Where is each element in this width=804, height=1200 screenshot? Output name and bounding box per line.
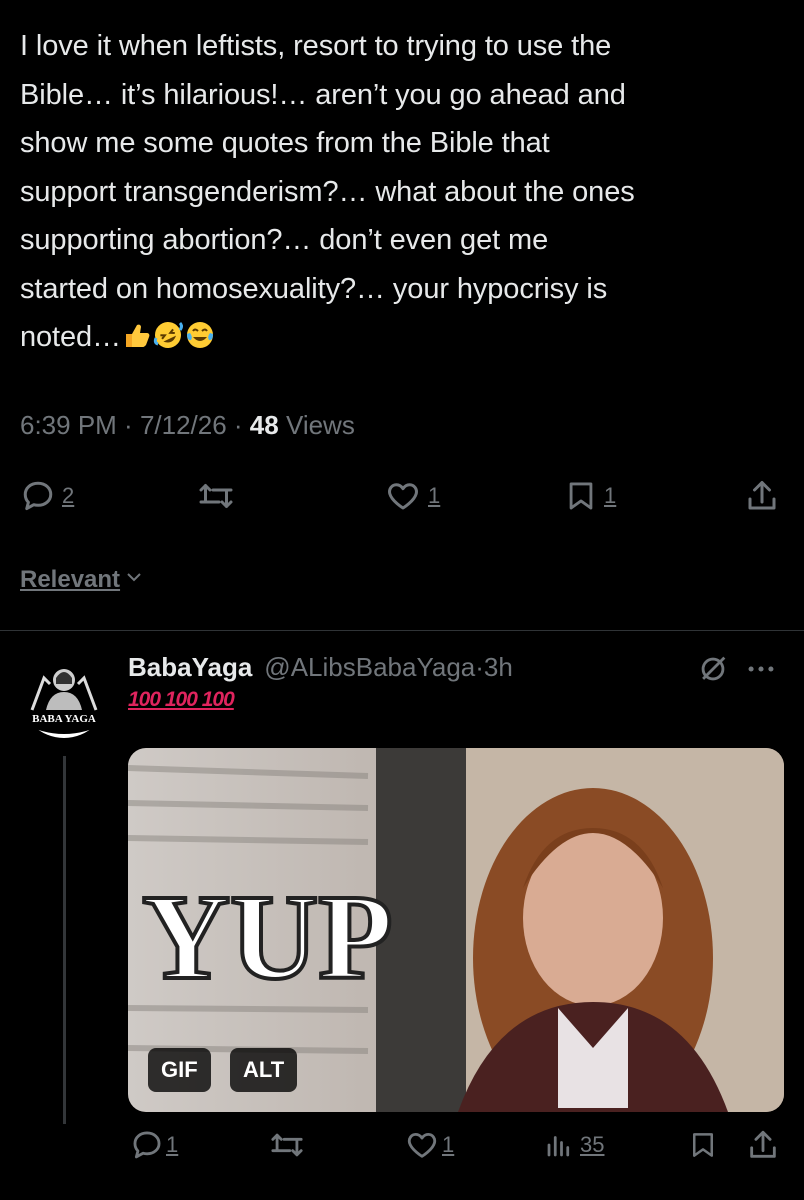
reply-views-button[interactable]: 35	[544, 1128, 604, 1162]
reply-icon	[20, 478, 56, 514]
reply-author-name[interactable]: BabaYaga	[128, 652, 252, 683]
share-icon	[746, 1128, 780, 1162]
bookmark-icon	[688, 1128, 718, 1162]
avatar-text: BABA YAGA	[32, 713, 96, 725]
views-icon	[544, 1128, 574, 1162]
header-separator: ·	[475, 652, 484, 682]
chevron-down-icon	[120, 566, 144, 594]
reply-count: 2	[62, 483, 75, 508]
reply-reply-count: 1	[166, 1132, 179, 1157]
heart-icon	[384, 478, 422, 514]
gif-caption: YUP	[142, 870, 393, 1005]
alt-badge[interactable]: ALT	[230, 1048, 298, 1092]
more-options-icon[interactable]	[744, 652, 778, 691]
reply-media-gif[interactable]: YUP	[128, 748, 784, 1112]
retweet-icon	[196, 478, 236, 514]
reply-text: 100 100 100	[128, 688, 235, 711]
reply-button[interactable]: 2	[20, 478, 74, 514]
reply-reply-button[interactable]: 1	[130, 1128, 178, 1162]
reply-top-icons	[696, 652, 778, 691]
bookmark-count: 1	[604, 483, 617, 508]
reply-like-button[interactable]: 1	[404, 1128, 454, 1162]
tears-of-joy-emoji	[185, 317, 215, 348]
reply-author-handle[interactable]: @ALibsBabaYaga·3h	[264, 652, 513, 683]
bookmark-icon	[564, 478, 598, 514]
views-label: Views	[285, 410, 355, 440]
avatar[interactable]: BABA YAGA	[20, 650, 108, 738]
thread-line	[63, 756, 66, 1124]
tweet-meta: 6:39 PM · 7/12/26 · 48 Views	[20, 410, 355, 441]
tweet-action-bar: 2 1 1	[0, 474, 804, 522]
reply-like-count: 1	[442, 1132, 455, 1157]
tweet-date: 7/12/26	[139, 410, 227, 440]
like-count: 1	[428, 483, 441, 508]
meta-separator: ·	[116, 410, 140, 440]
share-icon	[744, 478, 780, 514]
retweet-icon	[268, 1128, 306, 1162]
tweet-text: I love it when leftists, resort to tryin…	[20, 22, 790, 362]
reply-share-button[interactable]	[746, 1128, 780, 1162]
retweet-button[interactable]	[196, 478, 236, 514]
meta-separator: ·	[226, 410, 250, 440]
reply-time: 3h	[483, 652, 513, 682]
reply-retweet-button[interactable]	[268, 1128, 306, 1162]
reply-bookmark-button[interactable]	[688, 1128, 718, 1162]
bookmark-button[interactable]: 1	[564, 478, 616, 514]
sort-label: Relevant	[20, 566, 121, 593]
gif-badge[interactable]: GIF	[148, 1048, 211, 1092]
rolling-on-floor-laughing-emoji	[153, 317, 183, 348]
reply-header: BabaYaga @ALibsBabaYaga·3h	[128, 652, 513, 683]
handle-text: @ALibsBabaYaga	[264, 652, 476, 682]
share-button[interactable]	[744, 478, 780, 514]
gif-image: YUP	[128, 748, 784, 1112]
views-count: 48	[249, 410, 279, 440]
tweet-body: I love it when leftists, resort to tryin…	[20, 30, 635, 353]
like-button[interactable]: 1	[384, 478, 440, 514]
reply-views-count: 35	[580, 1132, 605, 1157]
reply-icon	[130, 1128, 164, 1162]
heart-icon	[404, 1128, 440, 1162]
tweet-time: 6:39 PM	[20, 410, 117, 440]
divider	[0, 630, 804, 631]
sort-replies-dropdown[interactable]: Relevant	[20, 566, 144, 594]
reply-action-bar: 1 1 35	[0, 1124, 804, 1168]
thumbs-up-emoji	[121, 317, 151, 347]
grok-icon[interactable]	[696, 652, 730, 691]
